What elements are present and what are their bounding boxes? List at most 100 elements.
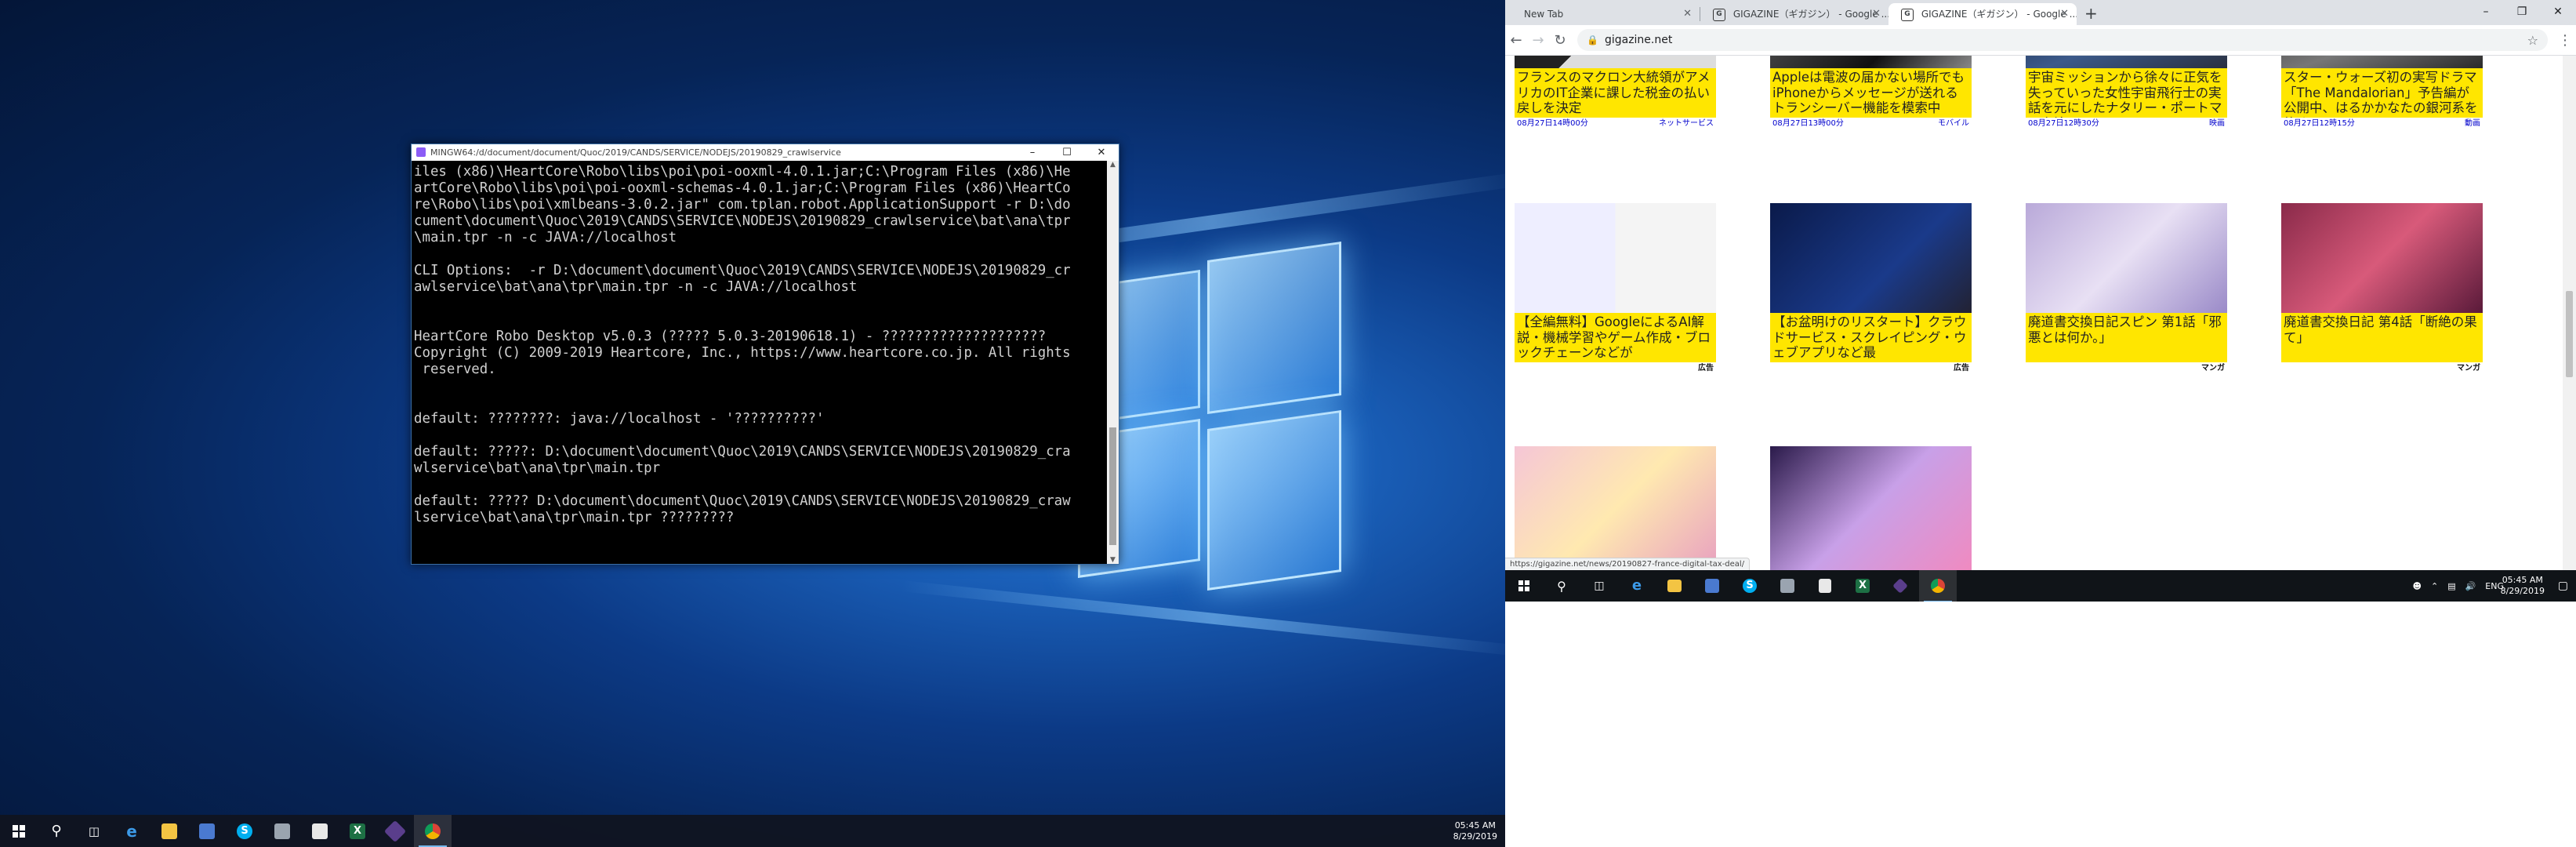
article-thumbnail[interactable] xyxy=(1770,56,1972,68)
taskbar-skype[interactable]: S xyxy=(226,815,263,847)
taskbar-git[interactable] xyxy=(376,815,414,847)
taskbar-clock[interactable]: 05:45 AM 8/29/2019 xyxy=(1453,820,1497,842)
start-button[interactable] xyxy=(1505,570,1543,602)
close-button[interactable]: ✕ xyxy=(1084,144,1119,161)
terminal-output[interactable]: iles (x86)\HeartCore\Robo\libs\poi\poi-o… xyxy=(412,161,1119,560)
taskbar-excel[interactable]: X xyxy=(339,815,376,847)
taskbar-edge[interactable]: e xyxy=(113,815,151,847)
article-category[interactable]: モバイル xyxy=(1938,118,1969,130)
tab-gigazine-2[interactable]: G GIGAZINE（ギガジン） - Google ... ✕ xyxy=(1888,3,2077,25)
taskbar-file-explorer[interactable] xyxy=(151,815,188,847)
article-thumbnail[interactable] xyxy=(2026,203,2227,313)
article-category[interactable]: 動画 xyxy=(2465,118,2480,130)
terminal-scrollbar[interactable]: ▲ ▼ xyxy=(1107,161,1119,564)
scrollbar-thumb[interactable] xyxy=(1109,427,1116,545)
task-view-button[interactable]: ◫ xyxy=(75,815,113,847)
notification-icon[interactable]: ▢ xyxy=(2558,580,2568,592)
back-button[interactable]: ← xyxy=(1505,32,1527,49)
taskbar-app[interactable] xyxy=(188,815,226,847)
search-button[interactable]: ⚲ xyxy=(38,815,75,847)
article-title[interactable]: 【全編無料】GoogleによるAI解説・機械学習やゲーム作成・ブロックチェーンな… xyxy=(1515,313,1716,362)
page-scrollbar[interactable] xyxy=(2563,56,2576,570)
taskbar-clock[interactable]: 05:45 AM 8/29/2019 xyxy=(2501,575,2545,597)
article-title[interactable]: 廃道書交換日記スピン 第1話「邪悪とは何か。」 xyxy=(2026,313,2227,362)
article-title[interactable]: 廃道書交換日記 第4話「断絶の果て」 xyxy=(2281,313,2483,362)
taskbar-edge[interactable]: e xyxy=(1618,570,1656,602)
article-title[interactable]: 宇宙ミッションから徐々に正気を失っていった女性宇宙飛行士の実話を元にしたナタリー… xyxy=(2026,68,2227,118)
article-card[interactable]: スター・ウォーズ初の実写ドラマ「The Mandalorian」予告編が公開中、… xyxy=(2281,56,2483,130)
minimize-button[interactable]: – xyxy=(2468,0,2504,25)
terminal-titlebar[interactable]: MINGW64:/d/document/document/Quoc/2019/C… xyxy=(412,144,1119,161)
tab-close-icon[interactable]: ✕ xyxy=(2060,3,2069,25)
terminal-window[interactable]: MINGW64:/d/document/document/Quoc/2019/C… xyxy=(411,144,1119,565)
taskbar-git[interactable] xyxy=(1881,570,1919,602)
article-thumbnail[interactable] xyxy=(2281,203,2483,313)
article-category[interactable]: ネットサービス xyxy=(1659,118,1714,130)
article-thumbnail[interactable] xyxy=(2026,56,2227,68)
article-title[interactable]: Appleは電波の届かない場所でもiPhoneからメッセージが送れるトランシーバ… xyxy=(1770,68,1972,118)
article-category[interactable]: 映画 xyxy=(2209,118,2225,130)
page-content[interactable]: フランスのマクロン大統領がアメリカのIT企業に課した税金の払い戻しを決定 08月2… xyxy=(1505,56,2563,570)
forward-button[interactable]: → xyxy=(1527,32,1549,49)
article-card[interactable]: 【お盆明けのリスタート】クラウドサービス・スクレイピング・ウェブアプリなど最 広告 xyxy=(1770,203,1972,375)
article-category[interactable]: マンガ xyxy=(2457,362,2480,375)
chrome-menu-button[interactable]: ⋮ xyxy=(2554,32,2576,49)
minimize-button[interactable]: – xyxy=(1015,144,1050,161)
taskbar-file-explorer[interactable] xyxy=(1656,570,1693,602)
article-thumbnail[interactable] xyxy=(2281,56,2483,68)
tab-new-tab[interactable]: New Tab ✕ xyxy=(1511,3,1700,25)
address-bar[interactable]: 🔒 gigazine.net ☆ xyxy=(1577,29,2548,51)
taskbar-app[interactable] xyxy=(263,815,301,847)
restore-button[interactable]: ❐ xyxy=(2504,0,2540,25)
article-card[interactable]: 廃道書交換日記スピン 第1話「邪悪とは何か。」 マンガ xyxy=(2026,203,2227,375)
task-view-icon: ◫ xyxy=(88,823,100,838)
article-category[interactable]: マンガ xyxy=(2201,362,2225,375)
taskbar-skype[interactable]: S xyxy=(1731,570,1769,602)
taskbar-excel[interactable]: X xyxy=(1844,570,1881,602)
article-thumbnail[interactable] xyxy=(1515,56,1716,68)
reload-button[interactable]: ↻ xyxy=(1549,32,1571,49)
article-category[interactable]: 広告 xyxy=(1698,362,1714,375)
app-icon xyxy=(1780,579,1794,593)
article-category[interactable]: 広告 xyxy=(1954,362,1969,375)
article-thumbnail[interactable] xyxy=(1515,446,1716,570)
taskbar-notepad[interactable] xyxy=(1806,570,1844,602)
volume-icon[interactable]: 🔊 xyxy=(2465,581,2476,591)
people-icon[interactable]: ☻ xyxy=(2413,581,2422,591)
scroll-up-icon[interactable]: ▲ xyxy=(1107,161,1119,169)
article-thumbnail[interactable] xyxy=(1515,203,1716,313)
bookmark-star-icon[interactable]: ☆ xyxy=(2527,33,2538,48)
article-thumbnail[interactable] xyxy=(1770,446,1972,570)
article-card[interactable]: 廃道書交換日記 第4話「断絶の果て」 マンガ xyxy=(2281,203,2483,375)
taskbar-app[interactable] xyxy=(1769,570,1806,602)
maximize-button[interactable]: ☐ xyxy=(1050,144,1084,161)
scroll-down-icon[interactable]: ▼ xyxy=(1107,556,1119,564)
tab-close-icon[interactable]: ✕ xyxy=(1872,3,1881,25)
article-title[interactable]: スター・ウォーズ初の実写ドラマ「The Mandalorian」予告編が公開中、… xyxy=(2281,68,2483,118)
scrollbar-thumb[interactable] xyxy=(2566,291,2573,377)
task-view-button[interactable]: ◫ xyxy=(1580,570,1618,602)
article-title[interactable]: 【お盆明けのリスタート】クラウドサービス・スクレイピング・ウェブアプリなど最 xyxy=(1770,313,1972,362)
network-icon[interactable]: ▤ xyxy=(2447,581,2455,591)
article-card[interactable]: 宇宙ミッションから徐々に正気を失っていった女性宇宙飛行士の実話を元にしたナタリー… xyxy=(2026,56,2227,130)
tab-close-icon[interactable]: ✕ xyxy=(1683,3,1692,25)
taskbar-chrome[interactable] xyxy=(1919,569,1957,602)
taskbar-app[interactable] xyxy=(1693,570,1731,602)
tab-gigazine-1[interactable]: G GIGAZINE（ギガジン） - Google ... ✕ xyxy=(1700,3,1888,25)
clock-date: 8/29/2019 xyxy=(2500,586,2545,596)
article-title[interactable]: フランスのマクロン大統領がアメリカのIT企業に課した税金の払い戻しを決定 xyxy=(1515,68,1716,118)
status-url: https://gigazine.net/news/20190827-franc… xyxy=(1505,558,1751,570)
taskbar-chrome[interactable] xyxy=(414,815,452,847)
terminal-title: MINGW64:/d/document/document/Quoc/2019/C… xyxy=(430,147,841,158)
article-card[interactable]: Appleは電波の届かない場所でもiPhoneからメッセージが送れるトランシーバ… xyxy=(1770,56,1972,130)
article-thumbnail[interactable] xyxy=(1770,203,1972,313)
search-button[interactable]: ⚲ xyxy=(1543,570,1580,602)
chevron-up-icon[interactable]: ⌃ xyxy=(2431,581,2438,591)
start-button[interactable] xyxy=(0,815,38,847)
close-button[interactable]: ✕ xyxy=(2540,0,2576,25)
article-card[interactable]: 【全編無料】GoogleによるAI解説・機械学習やゲーム作成・ブロックチェーンな… xyxy=(1515,203,1716,375)
new-tab-button[interactable]: + xyxy=(2077,4,2106,25)
article-card[interactable]: フランスのマクロン大統領がアメリカのIT企業に課した税金の払い戻しを決定 08月2… xyxy=(1515,56,1716,130)
folder-icon xyxy=(1667,580,1682,592)
taskbar-notepad[interactable] xyxy=(301,815,339,847)
